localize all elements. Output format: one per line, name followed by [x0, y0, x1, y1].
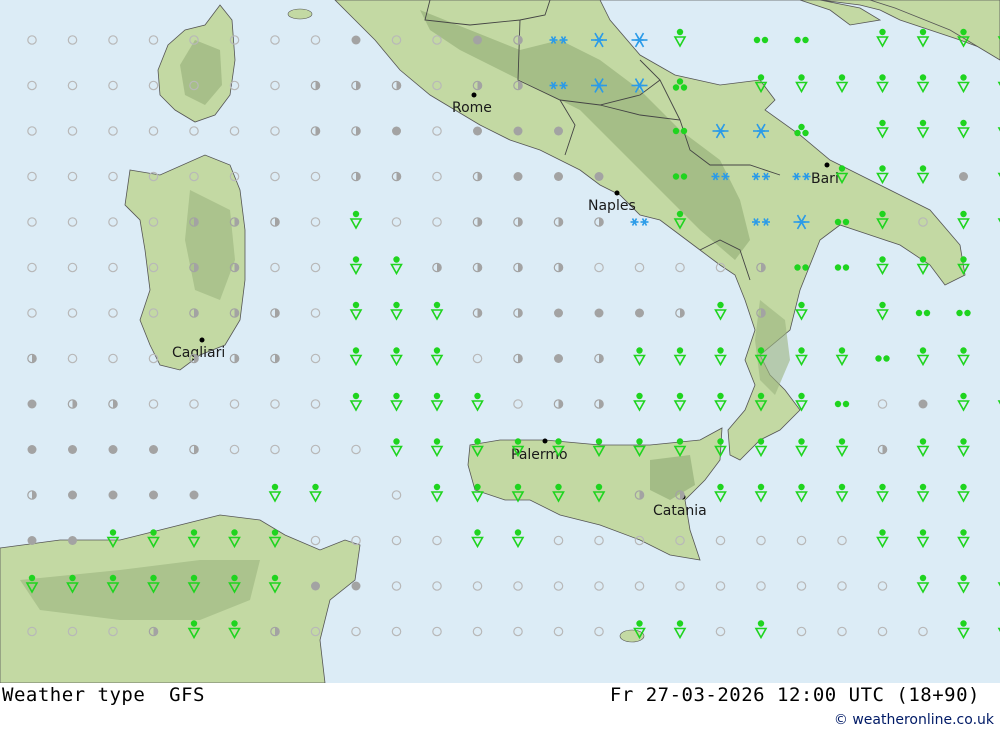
- cloudy-icon: [189, 490, 199, 500]
- cloudy-icon: [513, 172, 523, 181]
- cloudy-icon: [473, 126, 482, 136]
- map-title: Weather type GFS: [2, 684, 205, 706]
- cloudy-icon: [918, 399, 928, 409]
- credit-link[interactable]: © weatheronline.co.uk: [834, 712, 994, 728]
- product-label: Weather type: [2, 684, 146, 706]
- cloudy-icon: [68, 445, 77, 454]
- cloudy-icon: [554, 354, 563, 363]
- city-label-rome: Rome: [452, 100, 492, 116]
- cloudy-icon: [108, 490, 118, 500]
- city-label-naples: Naples: [588, 198, 636, 214]
- cloudy-icon: [27, 399, 37, 409]
- city-label-bari: Bari: [811, 171, 839, 187]
- cloudy-icon: [351, 581, 361, 591]
- cloudy-icon: [635, 308, 644, 318]
- cloudy-icon: [149, 445, 158, 454]
- cloudy-icon: [27, 536, 37, 545]
- cloudy-icon: [554, 126, 563, 136]
- cloudy-icon: [68, 536, 77, 545]
- valid-time: Fr 27-03-2026 12:00 UTC (18+90): [609, 684, 980, 706]
- cloudy-icon: [554, 172, 563, 181]
- cloudy-icon: [594, 308, 604, 318]
- cloudy-icon: [473, 35, 482, 45]
- cloudy-icon: [513, 126, 523, 136]
- cloudy-icon: [68, 490, 77, 500]
- cloudy-icon: [392, 126, 401, 136]
- cloudy-icon: [27, 445, 37, 454]
- cloudy-icon: [959, 172, 968, 181]
- weather-map: Rome Naples Bari Cagliari Palermo Catani…: [0, 0, 1000, 683]
- city-label-catania: Catania: [653, 503, 707, 519]
- cloudy-icon: [554, 308, 563, 318]
- cloudy-icon: [594, 172, 604, 181]
- cloudy-icon: [311, 581, 320, 591]
- cloudy-icon: [108, 445, 118, 454]
- elba: [287, 8, 313, 20]
- model-label: GFS: [169, 684, 205, 706]
- cloudy-icon: [149, 490, 158, 500]
- cloudy-icon: [351, 35, 361, 45]
